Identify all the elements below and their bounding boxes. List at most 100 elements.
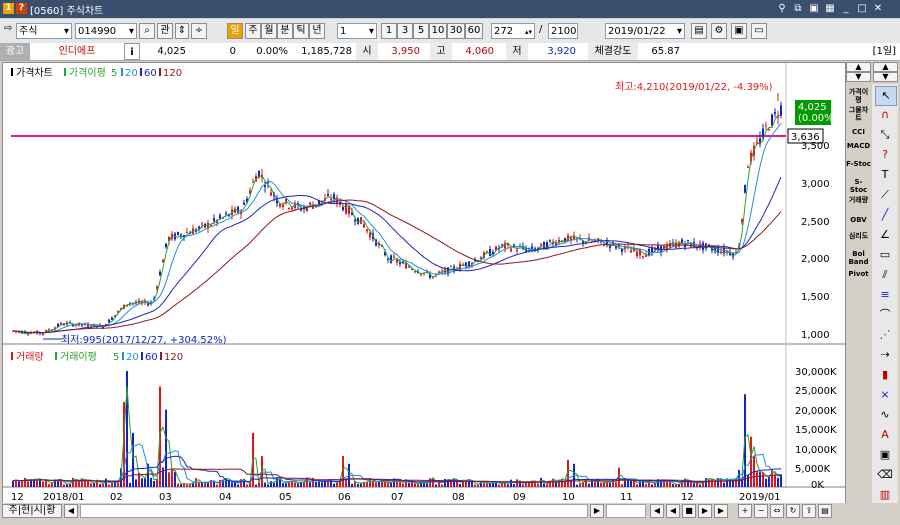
pin-icon[interactable]: ⚲ (776, 3, 788, 15)
market-select[interactable]: 주식 ▾ (16, 23, 72, 39)
transfer-icon[interactable]: ⇨ (4, 23, 12, 34)
indicator-psychology[interactable]: 심리도 (846, 232, 871, 240)
chart-scrollbar[interactable] (80, 504, 588, 518)
volume-bar (327, 481, 329, 487)
fan-tool-icon[interactable]: ⟋ (875, 186, 895, 204)
candle-body (747, 166, 749, 168)
cycle-tool-icon[interactable]: ⌒ (875, 306, 895, 324)
minute-10[interactable]: 10 (429, 23, 447, 39)
fit-icon[interactable]: ⇔ (770, 504, 784, 518)
minimize-icon[interactable]: _ (840, 3, 852, 15)
period-year[interactable]: 년 (309, 23, 325, 39)
eraser-tool-icon[interactable]: ⌫ (875, 466, 895, 484)
scroll-down-button[interactable]: ▼ (873, 72, 898, 82)
link-icon[interactable]: ⧉ (792, 3, 804, 15)
stock-code-input[interactable]: 014990 ▾ (75, 23, 137, 39)
indicator-grid-chart[interactable]: 그물차트 (846, 106, 871, 122)
info-icon[interactable]: i (124, 43, 140, 60)
close-icon[interactable]: ✕ (872, 3, 884, 15)
candle-body (396, 259, 398, 263)
auto-tool-icon[interactable]: A (875, 426, 895, 444)
count-select[interactable]: 1 ▾ (337, 23, 377, 39)
ad-label[interactable]: 광고 (0, 43, 30, 60)
line-tool-icon[interactable]: ╱ (875, 206, 895, 224)
print-small-icon[interactable]: ▤ (818, 504, 832, 518)
date-picker[interactable]: 2019/01/22 ▾ (605, 23, 685, 39)
period-week[interactable]: 주 (245, 23, 261, 39)
window-title: [0560] 주식차트 (30, 6, 104, 17)
minute-5[interactable]: 5 (413, 23, 429, 39)
export-icon[interactable]: ⇪ (802, 504, 816, 518)
day-period-button[interactable]: 일 (227, 23, 243, 39)
channel-tool-icon[interactable]: ⫽ (875, 266, 895, 284)
bar-tool-icon[interactable]: ▮ (875, 366, 895, 384)
magnet-icon[interactable]: ∩ (875, 106, 895, 124)
last-button[interactable]: ▶ (714, 504, 728, 518)
screen-icon[interactable]: ▭ (751, 23, 767, 39)
indicator-bollinger[interactable]: Bol Band (846, 250, 871, 266)
next-button[interactable]: ▶ (698, 504, 712, 518)
current-pct-label: (0.00%) (798, 113, 838, 124)
minute-1[interactable]: 1 (381, 23, 397, 39)
save-icon[interactable]: ▣ (808, 3, 820, 15)
legend-marker (11, 352, 13, 360)
scroll-right-button[interactable]: ▶ (590, 504, 604, 518)
refresh-icon[interactable]: ↻ (786, 504, 800, 518)
rectangle-tool-icon[interactable]: ▭ (875, 246, 895, 264)
zoom-slider[interactable] (606, 504, 646, 518)
scroll-up-button[interactable]: ▲ (873, 62, 898, 72)
help-icon[interactable]: ? (16, 3, 27, 14)
cursor-icon[interactable]: ↖ (875, 86, 897, 106)
search-label-button[interactable]: 관 (157, 23, 173, 39)
minute-60[interactable]: 60 (465, 23, 483, 39)
indicator-cci[interactable]: CCI (846, 128, 871, 136)
stop-button[interactable]: ■ (682, 504, 696, 518)
chart-area[interactable]: 가격차트 가격이평 5 20 60 120 거래량 거래이평 5 20 60 1… (2, 62, 846, 514)
period-month[interactable]: 월 (261, 23, 277, 39)
minute-30[interactable]: 30 (447, 23, 465, 39)
indicator-macd[interactable]: MACD (846, 142, 871, 150)
volume-bar (285, 483, 287, 487)
wave-tool-icon[interactable]: ∿ (875, 406, 895, 424)
arrow-tool-icon[interactable]: ⇢ (875, 346, 895, 364)
angle-tool-icon[interactable]: ∠ (875, 226, 895, 244)
gann-tool-icon[interactable]: ⋰ (875, 326, 895, 344)
scroll-left-button[interactable]: ◀ (64, 504, 78, 518)
bar-chart-tool-icon[interactable]: ▥ (875, 486, 895, 504)
indicator-s-stoc[interactable]: S-Stoc (846, 178, 871, 194)
trend-tool-icon[interactable]: ⤡ (875, 126, 895, 144)
fibonacci-tool-icon[interactable]: ≡ (875, 286, 895, 304)
cross-tool-icon[interactable]: ⨯ (875, 386, 895, 404)
indicator-price-ma[interactable]: 가격이평 (846, 88, 871, 104)
period-minute[interactable]: 분 (277, 23, 293, 39)
period-tick[interactable]: 틱 (293, 23, 309, 39)
settings-icon[interactable]: ⚙ (711, 23, 727, 39)
bars-display-input[interactable]: 272 ▴▾ (491, 23, 535, 39)
prev-button[interactable]: ◀ (666, 504, 680, 518)
text-tool-icon[interactable]: T (875, 166, 895, 184)
minute-3[interactable]: 3 (397, 23, 413, 39)
indicator-f-stoc[interactable]: F-Stoc (846, 160, 871, 168)
grid-icon[interactable]: ▦ (824, 3, 836, 15)
window-tool-icon[interactable]: ▣ (875, 446, 895, 464)
volume-bar (312, 477, 314, 487)
updown-arrow-icon[interactable]: ⇕ (175, 23, 189, 39)
market-tabs[interactable]: 주|현|시|황 (2, 504, 62, 518)
indicator-volume[interactable]: 거래량 (846, 196, 871, 204)
zoom-in-icon[interactable]: + (738, 504, 752, 518)
indicator-obv[interactable]: OBV (846, 216, 871, 224)
spin-button[interactable]: ÷ (191, 23, 207, 39)
save-chart-icon[interactable]: ▣ (731, 23, 747, 39)
bars-total-input[interactable]: 2100 (548, 23, 578, 39)
maximize-icon[interactable]: □ (856, 3, 868, 15)
search-button[interactable]: ⌕ (139, 23, 155, 39)
indicator-pivot[interactable]: Pivot (846, 270, 871, 278)
first-button[interactable]: ◀ (650, 504, 664, 518)
help-tool-icon[interactable]: ? (875, 146, 895, 164)
collapse-up-button[interactable]: ▲ (846, 62, 871, 72)
print-icon[interactable]: ▤ (691, 23, 707, 39)
chart-canvas[interactable]: 가격차트 가격이평 5 20 60 120 거래량 거래이평 5 20 60 1… (3, 63, 845, 513)
volume-bar (600, 482, 602, 487)
zoom-out-icon[interactable]: − (754, 504, 768, 518)
expand-down-button[interactable]: ▼ (846, 72, 871, 82)
